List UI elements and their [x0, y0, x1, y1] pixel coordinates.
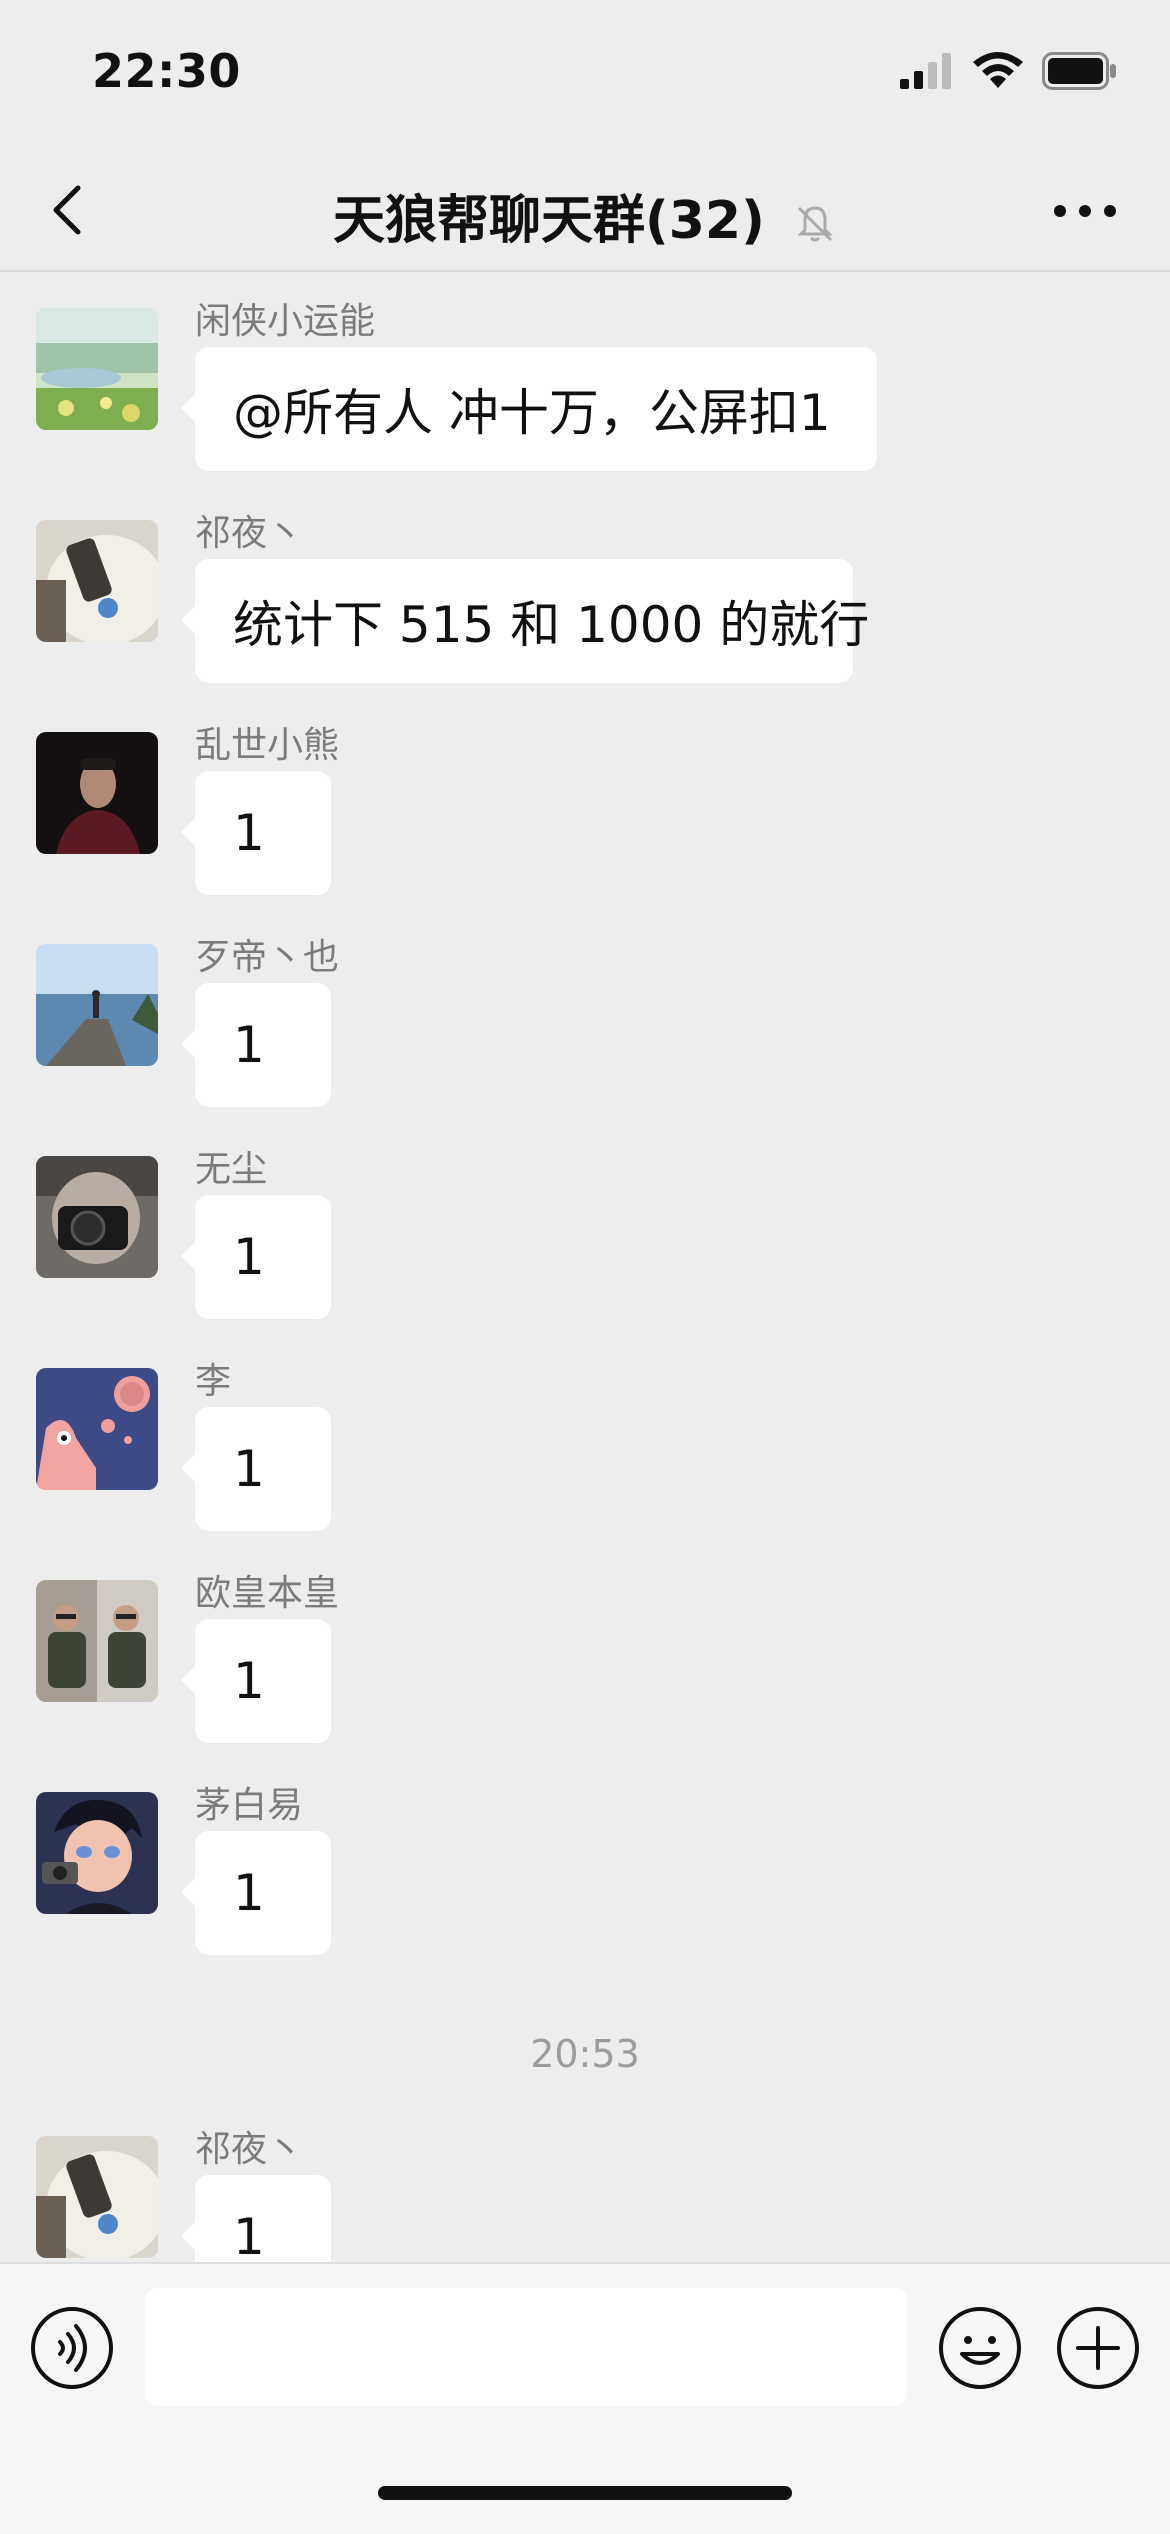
- plus-circle-icon: [1057, 2307, 1139, 2389]
- ellipsis-icon: [1054, 205, 1116, 217]
- message-list[interactable]: 闲侠小运能 @所有人 冲十万，公屏扣1 祁夜丶 统计下 515 和 1000 的…: [0, 272, 1170, 2262]
- sender-name: 乱世小熊: [195, 725, 340, 766]
- message-bubble[interactable]: 1: [181, 1195, 331, 1319]
- message-bubble[interactable]: 1: [181, 1831, 331, 1955]
- message-bubble[interactable]: 统计下 515 和 1000 的就行: [181, 559, 869, 683]
- sender-name: 李: [195, 1361, 232, 1402]
- chat-title-text: 天狼帮聊天群(32): [332, 191, 765, 251]
- lake-avatar[interactable]: [36, 944, 158, 1066]
- message-bubble[interactable]: 1: [181, 1407, 331, 1531]
- voice-icon: [31, 2307, 113, 2389]
- sender-name: 无尘: [195, 1149, 268, 1190]
- sender-name: 祁夜丶: [195, 2129, 304, 2170]
- voice-button[interactable]: [30, 2306, 114, 2390]
- message-bubble[interactable]: 1: [181, 771, 331, 895]
- wifi-icon: [973, 52, 1023, 88]
- status-icons: [900, 52, 1118, 90]
- nav-bar: 天狼帮聊天群(32): [0, 150, 1170, 272]
- message-bubble[interactable]: 1: [181, 1619, 331, 1743]
- message-bubble[interactable]: 1: [181, 2175, 331, 2262]
- anime-avatar[interactable]: [36, 1792, 158, 1914]
- status-bar: 22:30: [0, 0, 1170, 150]
- emoji-icon: [939, 2307, 1021, 2389]
- message-bubble[interactable]: @所有人 冲十万，公屏扣1: [181, 347, 877, 471]
- message-bubble[interactable]: 1: [181, 983, 331, 1107]
- chat-title[interactable]: 天狼帮聊天群(32): [0, 178, 1170, 253]
- time-divider: 20:53: [530, 2032, 640, 2076]
- bell-muted-icon: [797, 206, 833, 242]
- figure-avatar[interactable]: [36, 520, 158, 642]
- portrait-avatar[interactable]: [36, 732, 158, 854]
- camera-avatar[interactable]: [36, 1156, 158, 1278]
- twins-avatar[interactable]: [36, 1580, 158, 1702]
- more-button[interactable]: [1050, 186, 1120, 236]
- landscape-avatar[interactable]: [36, 308, 158, 430]
- sender-name: 闲侠小运能: [195, 301, 376, 342]
- sender-name: 祁夜丶: [195, 513, 304, 554]
- sender-name: 欧皇本皇: [195, 1573, 340, 1614]
- sender-name: 歹帝丶也: [195, 937, 340, 978]
- home-indicator[interactable]: [378, 2486, 792, 2500]
- sender-name: 茅白易: [195, 1785, 304, 1826]
- cellular-signal-icon: [900, 53, 951, 89]
- status-time: 22:30: [92, 44, 241, 98]
- figure-avatar[interactable]: [36, 2136, 158, 2258]
- plus-button[interactable]: [1056, 2306, 1140, 2390]
- message-input[interactable]: [145, 2288, 907, 2406]
- patrick-avatar[interactable]: [36, 1368, 158, 1490]
- emoji-button[interactable]: [938, 2306, 1022, 2390]
- battery-icon: [1042, 52, 1116, 90]
